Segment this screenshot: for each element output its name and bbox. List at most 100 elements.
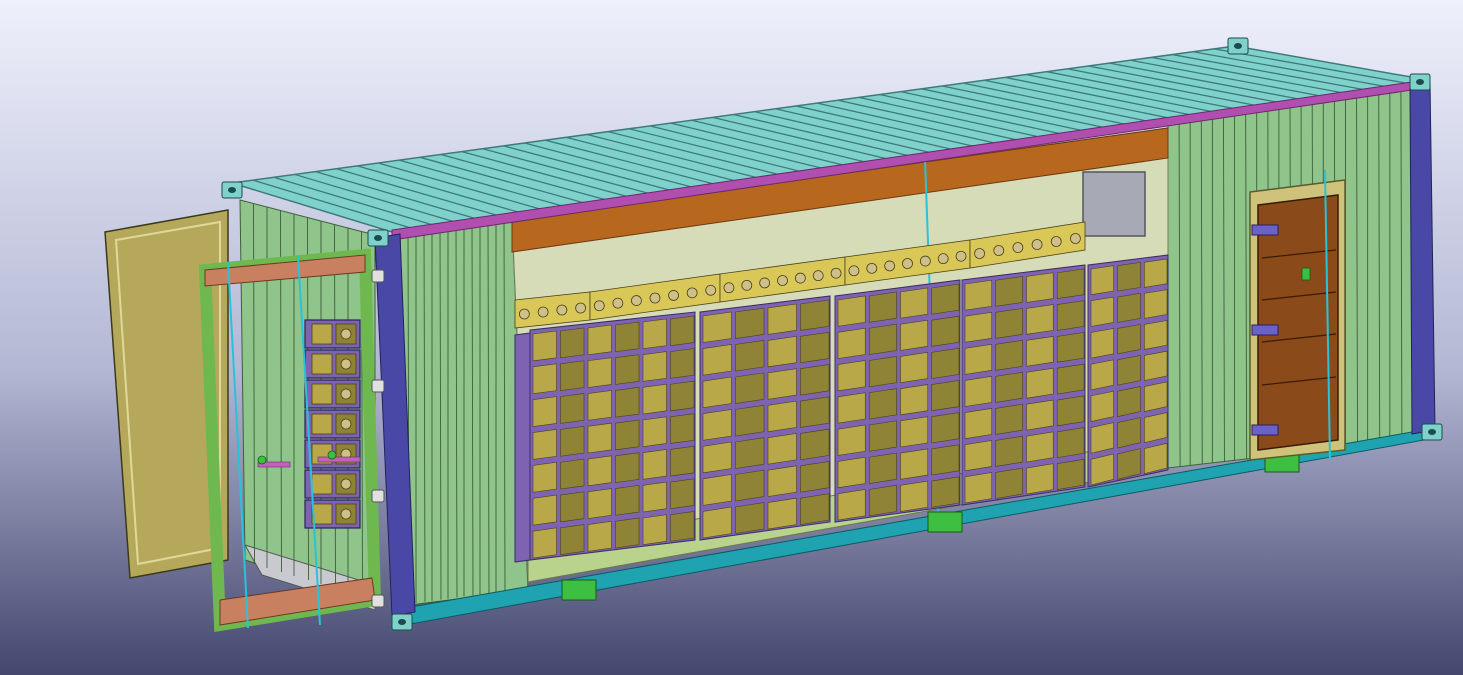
fan-vent — [812, 270, 824, 282]
fan-vent — [1031, 239, 1043, 250]
end-stack-cell — [311, 353, 333, 375]
battery-cell — [767, 303, 797, 335]
end-stack-cell — [311, 413, 333, 435]
battery-cell — [900, 287, 929, 319]
battery-cell — [837, 295, 866, 327]
lock-handle — [317, 456, 361, 463]
battery-cell — [995, 371, 1023, 403]
battery-cell — [1144, 289, 1168, 319]
battery-cell — [995, 403, 1023, 435]
battery-cell — [1090, 296, 1114, 327]
battery-cell — [767, 497, 797, 530]
fan-vent — [649, 292, 661, 304]
door-handle — [1301, 267, 1311, 281]
battery-cell — [1056, 332, 1085, 363]
battery-cell — [560, 425, 585, 457]
battery-cell — [702, 376, 732, 409]
forklift-pocket — [561, 579, 597, 601]
battery-cell — [1090, 422, 1114, 454]
battery-cell — [1090, 265, 1114, 296]
fan-vent — [518, 308, 530, 320]
fan-vent — [668, 290, 679, 301]
battery-cell — [615, 321, 640, 353]
battery-cell — [1117, 324, 1141, 355]
fan-vent — [1070, 233, 1081, 244]
battery-cell — [837, 456, 866, 489]
fan-vent — [612, 297, 624, 309]
battery-cell — [1117, 417, 1141, 449]
battery-cell — [1117, 355, 1141, 386]
battery-cell — [1090, 390, 1114, 422]
lock-cam — [257, 455, 267, 465]
battery-cell — [587, 520, 612, 552]
casting-hole — [1428, 429, 1436, 435]
battery-cell — [532, 429, 557, 460]
battery-cell — [1144, 442, 1168, 475]
door-hinge — [371, 489, 385, 503]
corner-post-front-right — [1409, 81, 1436, 435]
battery-cell — [837, 360, 866, 392]
battery-cell — [670, 445, 695, 477]
fan-vent — [556, 304, 568, 316]
battery-cell — [931, 412, 960, 444]
fan-vent — [884, 260, 896, 272]
service-door — [1249, 169, 1346, 461]
battery-cell — [964, 376, 993, 407]
door-hinge — [1251, 224, 1279, 236]
fan-vent — [974, 248, 985, 259]
door-hinge — [371, 594, 385, 608]
fan-vent — [993, 245, 1005, 256]
battery-cell — [995, 308, 1023, 339]
door-hinge — [371, 269, 385, 283]
battery-cell — [735, 469, 765, 502]
battery-cell — [560, 491, 585, 523]
battery-cell — [532, 461, 557, 493]
casting-hole — [228, 187, 236, 193]
battery-cell — [1056, 395, 1085, 427]
fan-vent — [866, 262, 878, 274]
battery-cell — [931, 315, 960, 347]
casting-hole — [1234, 43, 1242, 49]
battery-cell — [1117, 386, 1141, 417]
battery-cell — [995, 340, 1023, 371]
door-hinge — [1251, 424, 1279, 436]
battery-cell — [587, 488, 612, 519]
battery-cell — [1117, 261, 1141, 292]
battery-cell — [767, 400, 797, 433]
fan-vent — [848, 265, 860, 277]
battery-cell — [1026, 431, 1054, 463]
battery-cell — [642, 318, 667, 350]
forklift-pocket — [927, 511, 963, 533]
battery-cell — [1144, 412, 1168, 443]
fan-vent — [830, 267, 842, 279]
battery-cell — [1026, 272, 1054, 303]
battery-cell — [702, 409, 732, 441]
cad-viewport[interactable] — [0, 0, 1463, 675]
battery-cell — [615, 386, 640, 418]
fan-vent — [1012, 242, 1024, 253]
door-hinge — [1251, 324, 1279, 336]
battery-cell — [670, 348, 695, 379]
casting-hole — [374, 235, 382, 241]
battery-cell — [964, 343, 993, 375]
battery-cell — [670, 478, 695, 510]
battery-cell — [767, 465, 797, 497]
battery-cell — [735, 307, 765, 339]
battery-cell — [587, 455, 612, 487]
battery-cell — [560, 393, 585, 424]
battery-cell — [931, 476, 960, 508]
fan-vent — [686, 287, 698, 299]
battery-cell — [1144, 258, 1168, 288]
fan-vent — [919, 255, 931, 267]
battery-cell — [735, 502, 765, 534]
fan-vent — [340, 388, 352, 400]
battery-cell — [1026, 336, 1054, 367]
battery-cell — [995, 435, 1023, 467]
fan-vent — [593, 300, 605, 312]
battery-cell — [931, 444, 960, 476]
battery-cell — [868, 484, 897, 517]
battery-cell — [900, 384, 929, 416]
battery-cell — [587, 422, 612, 454]
fan-vent — [575, 302, 587, 314]
battery-cell — [1144, 381, 1168, 412]
